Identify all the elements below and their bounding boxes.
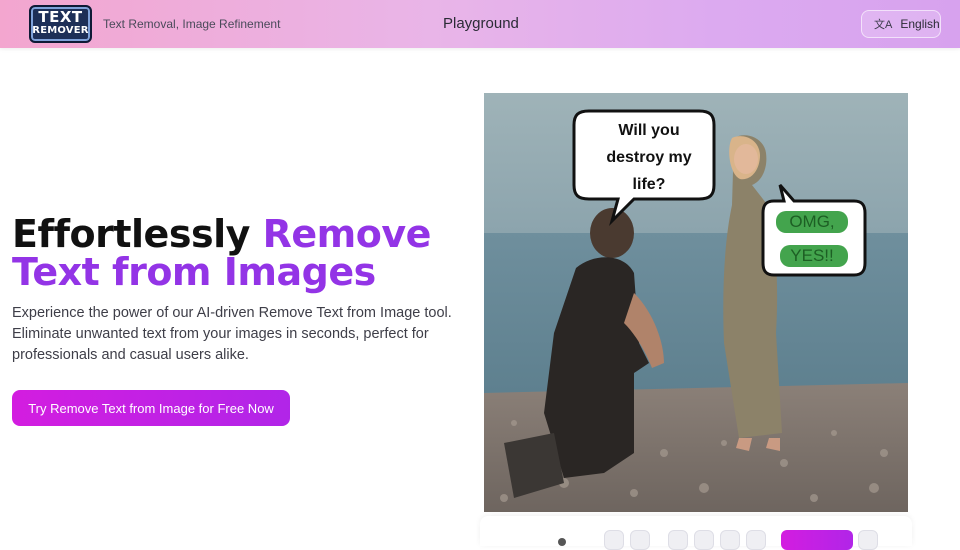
- search-icon[interactable]: [720, 530, 740, 550]
- eye-icon[interactable]: [694, 530, 714, 550]
- try-free-button[interactable]: Try Remove Text from Image for Free Now: [12, 390, 290, 426]
- brush-size-icon[interactable]: [558, 538, 566, 546]
- language-label: English: [900, 17, 940, 31]
- site-tagline: Text Removal, Image Refinement: [103, 17, 281, 31]
- language-selector-button[interactable]: 文A English: [861, 10, 941, 38]
- top-nav-bar: TEXT REMOVER Text Removal, Image Refinem…: [0, 0, 960, 48]
- demo-image: Will you destroy my life? OMG, YES!!: [484, 93, 908, 512]
- hero-description: Experience the power of our AI-driven Re…: [12, 305, 452, 363]
- undo-icon[interactable]: [604, 530, 624, 550]
- translate-icon: 文A: [874, 19, 893, 31]
- text-remover-logo[interactable]: TEXT REMOVER: [29, 5, 92, 43]
- trash-icon[interactable]: [746, 530, 766, 550]
- hero-title: Effortlessly Remove Text from Images: [12, 215, 482, 291]
- bubble-right-line2: YES!!: [790, 246, 833, 265]
- bubble-left-line1: Will you: [618, 122, 679, 139]
- remove-text-button[interactable]: [781, 530, 853, 550]
- proposal-photo: Will you destroy my life? OMG, YES!!: [484, 93, 908, 512]
- bubble-left-line2: destroy my: [606, 149, 691, 166]
- zoom-icon[interactable]: [630, 530, 650, 550]
- logo-text-line1: TEXT: [38, 8, 83, 26]
- bubble-right-line1: OMG,: [789, 212, 834, 231]
- logo-text-line2: REMOVER: [32, 25, 89, 36]
- upload-icon[interactable]: [668, 530, 688, 550]
- editor-toolbar: [480, 516, 912, 550]
- bubble-left-line3: life?: [633, 176, 666, 193]
- nav-playground-link[interactable]: Playground: [443, 15, 519, 32]
- download-icon[interactable]: [858, 530, 878, 550]
